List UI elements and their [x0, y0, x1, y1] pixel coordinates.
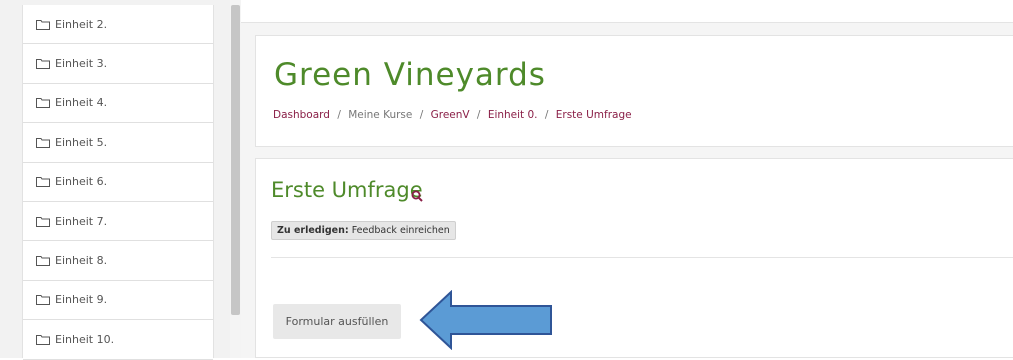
- sidebar-item-einheit-2[interactable]: Einheit 2.: [23, 5, 213, 45]
- folder-icon: [36, 216, 50, 227]
- completion-badge: Zu erledigen: Feedback einreichen: [271, 221, 456, 240]
- folder-icon: [36, 334, 50, 345]
- activity-title: Erste Umfrage: [271, 178, 423, 202]
- scrollbar-thumb[interactable]: [231, 5, 240, 315]
- sidebar-item-einheit-8[interactable]: Einheit 8.: [23, 241, 213, 281]
- folder-icon: [36, 295, 50, 306]
- folder-icon: [36, 59, 50, 70]
- arrow-left-annotation: [419, 290, 552, 350]
- sidebar-item-einheit-9[interactable]: Einheit 9.: [23, 281, 213, 321]
- breadcrumb-separator: /: [419, 109, 424, 121]
- sidebar-item-einheit-5[interactable]: Einheit 5.: [23, 123, 213, 163]
- folder-icon: [36, 98, 50, 109]
- breadcrumb-separator: /: [544, 109, 549, 121]
- sidebar-item-label: Einheit 3.: [55, 57, 108, 71]
- sidebar-item-einheit-4[interactable]: Einheit 4.: [23, 84, 213, 124]
- breadcrumb-separator: /: [337, 109, 341, 121]
- breadcrumb-meine-kurse: Meine Kurse: [348, 109, 413, 121]
- sidebar-item-einheit-10[interactable]: Einheit 10.: [23, 320, 213, 360]
- completion-badge-text: Feedback einreichen: [351, 225, 450, 236]
- sidebar-item-label: Einheit 5.: [55, 135, 108, 149]
- sidebar-item-label: Einheit 7.: [55, 214, 108, 228]
- sidebar-item-einheit-7[interactable]: Einheit 7.: [23, 202, 213, 242]
- page-title: Green Vineyards: [274, 57, 546, 93]
- sidebar-item-label: Einheit 6.: [55, 175, 108, 189]
- sidebar-item-label: Einheit 8.: [55, 254, 108, 268]
- breadcrumb-link-greenv[interactable]: GreenV: [431, 109, 470, 121]
- folder-icon: [36, 177, 50, 188]
- folder-icon: [36, 256, 50, 267]
- breadcrumb-separator: /: [476, 109, 481, 121]
- breadcrumb: Dashboard / Meine Kurse / GreenV / Einhe…: [273, 109, 632, 121]
- breadcrumb-link-erste-umfrage[interactable]: Erste Umfrage: [556, 109, 632, 121]
- breadcrumb-link-einheit-0[interactable]: Einheit 0.: [488, 109, 538, 121]
- sidebar-item-label: Einheit 4.: [55, 96, 108, 110]
- sidebar-item-label: Einheit 9.: [55, 293, 108, 307]
- sidebar-item-label: Einheit 10.: [55, 332, 115, 346]
- sidebar-item-einheit-3[interactable]: Einheit 3.: [23, 44, 213, 84]
- sidebar-scrollbar[interactable]: [230, 0, 241, 358]
- sidebar-item-label: Einheit 2.: [55, 17, 108, 31]
- folder-icon: [36, 137, 50, 148]
- folder-icon: [36, 19, 50, 30]
- top-bar: [241, 0, 1013, 23]
- search-icon: [411, 190, 423, 202]
- divider: [271, 257, 1013, 258]
- course-index-sidebar: Einheit 2. Einheit 3. Einheit 4. Einheit…: [22, 5, 214, 360]
- completion-badge-label: Zu erledigen:: [277, 225, 349, 236]
- activity-panel: Erste Umfrage Zu erledigen: Feedback ein…: [255, 158, 1013, 358]
- sidebar-item-einheit-6[interactable]: Einheit 6.: [23, 163, 213, 202]
- page-header: Green Vineyards Dashboard / Meine Kurse …: [255, 35, 1013, 147]
- fill-form-button[interactable]: Formular ausfüllen: [273, 304, 401, 339]
- breadcrumb-link-dashboard[interactable]: Dashboard: [273, 109, 330, 121]
